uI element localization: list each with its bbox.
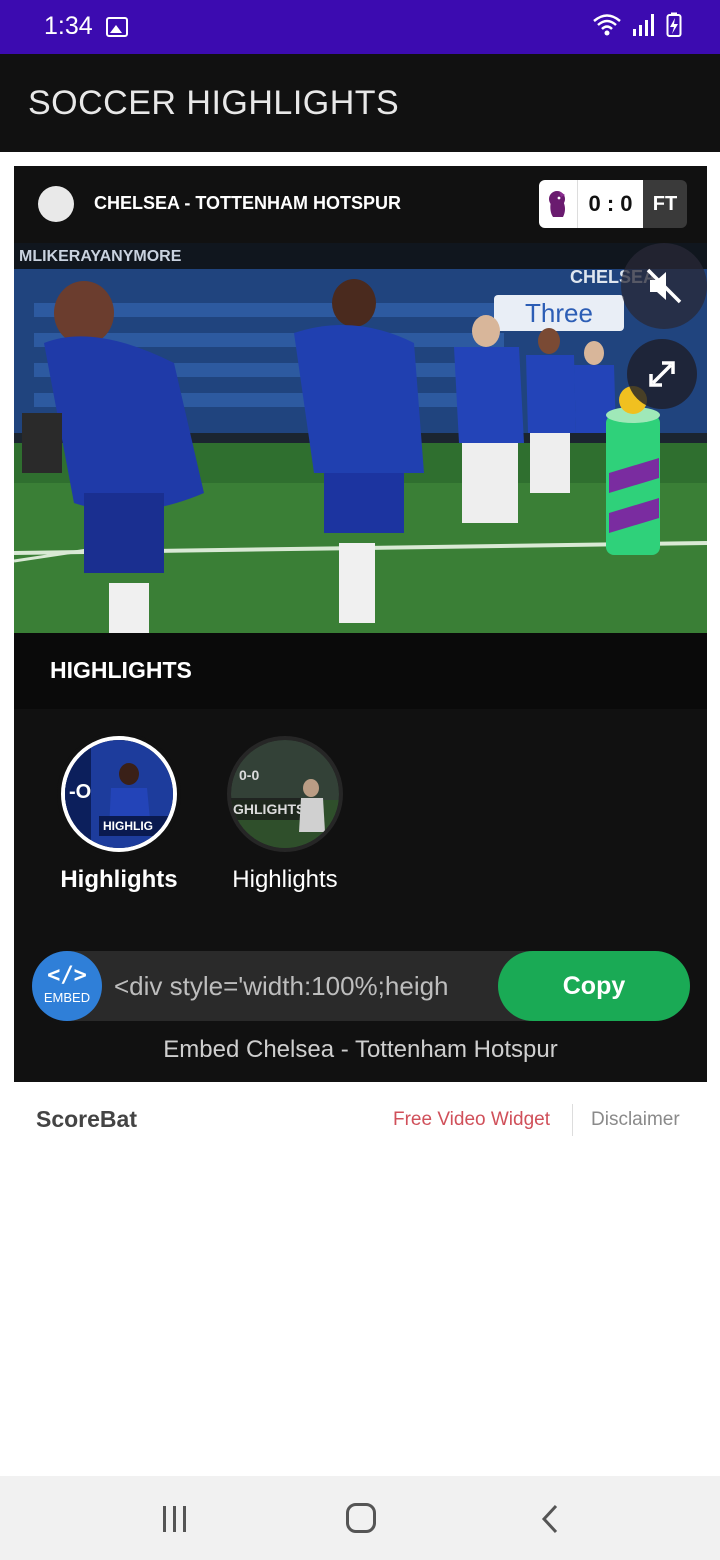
- match-score: 0 : 0: [577, 180, 643, 228]
- embed-caption: Embed Chelsea - Tottenham Hotspur: [163, 1036, 558, 1063]
- copy-button[interactable]: Copy: [498, 951, 690, 1021]
- video-banner-text: MLIKERAYANYMORE: [19, 248, 182, 265]
- embed-bar: <div style='width:100%;heigh </> EMBED C…: [32, 951, 690, 1021]
- home-icon[interactable]: [346, 1503, 376, 1533]
- embed-icon: </> EMBED: [32, 951, 102, 1021]
- highlights-section-title: HIGHLIGHTS: [50, 657, 192, 683]
- mute-button[interactable]: [621, 243, 707, 329]
- embed-icon-label: EMBED: [43, 990, 91, 1005]
- match-title: CHELSEA - TOTTENHAM HOTSPUR: [94, 193, 402, 213]
- disclaimer-link[interactable]: Disclaimer: [591, 1109, 680, 1131]
- match-status: FT: [643, 180, 687, 228]
- highlight-clip-1[interactable]: -O HIGHLIG Highlights: [34, 736, 204, 894]
- app-title: SOCCER HIGHLIGHTS: [28, 84, 400, 122]
- code-brackets-icon: </>: [47, 963, 87, 988]
- system-nav-bar: [0, 1476, 720, 1560]
- widget-footer: ScoreBat Free Video Widget Disclaimer: [0, 1090, 720, 1150]
- clip-thumb-text: HIGHLIG: [103, 819, 153, 833]
- ball-pedestal: [606, 386, 660, 555]
- highlights-section-header: HIGHLIGHTS: [14, 633, 707, 709]
- clip-thumbnail[interactable]: -O HIGHLIG: [61, 736, 177, 852]
- muted-speaker-icon: [646, 268, 682, 304]
- clip-thumb-text: GHLIGHTS: [233, 801, 305, 817]
- signal-icon: [633, 14, 654, 36]
- footer-divider: [572, 1104, 573, 1136]
- status-icons: [592, 12, 682, 38]
- free-video-widget-link[interactable]: Free Video Widget: [393, 1109, 550, 1131]
- embed-code-text[interactable]: <div style='width:100%;heigh: [114, 971, 514, 1002]
- app-bar: SOCCER HIGHLIGHTS: [0, 54, 720, 152]
- video-frame: Three MLIKERAYANYMORE CHELSEA: [14, 243, 707, 633]
- fullscreen-button[interactable]: [627, 339, 697, 409]
- svg-text:-O: -O: [69, 781, 91, 803]
- wifi-icon: [593, 14, 621, 36]
- svg-text:0-0: 0-0: [239, 767, 259, 783]
- clip-label: Highlights: [60, 866, 178, 893]
- match-indicator-dot: [38, 186, 74, 222]
- video-player[interactable]: Three MLIKERAYANYMORE CHELSEA: [14, 243, 707, 633]
- match-header: CHELSEA - TOTTENHAM HOTSPUR 0 : 0 FT: [14, 166, 707, 243]
- highlights-widget: CHELSEA - TOTTENHAM HOTSPUR 0 : 0 FT Thr…: [14, 166, 707, 1082]
- status-time: 1:34: [44, 12, 93, 40]
- scorebat-brand[interactable]: ScoreBat: [36, 1106, 137, 1133]
- video-sponsor-text: Three: [525, 298, 593, 328]
- clip-label: Highlights: [232, 866, 338, 893]
- status-bar: 1:34: [0, 0, 720, 54]
- highlight-clip-2[interactable]: 0-0 GHLIGHTS Highlights: [200, 736, 370, 894]
- back-icon[interactable]: [540, 1503, 560, 1535]
- score-box: 0 : 0 FT: [539, 180, 687, 228]
- battery-charging-icon: [666, 12, 682, 37]
- image-notification-icon: [106, 17, 128, 37]
- premier-league-lion-icon: [539, 180, 577, 228]
- recent-apps-icon[interactable]: [160, 1504, 190, 1534]
- clip-thumbnail[interactable]: 0-0 GHLIGHTS: [227, 736, 343, 852]
- expand-icon: [649, 361, 675, 387]
